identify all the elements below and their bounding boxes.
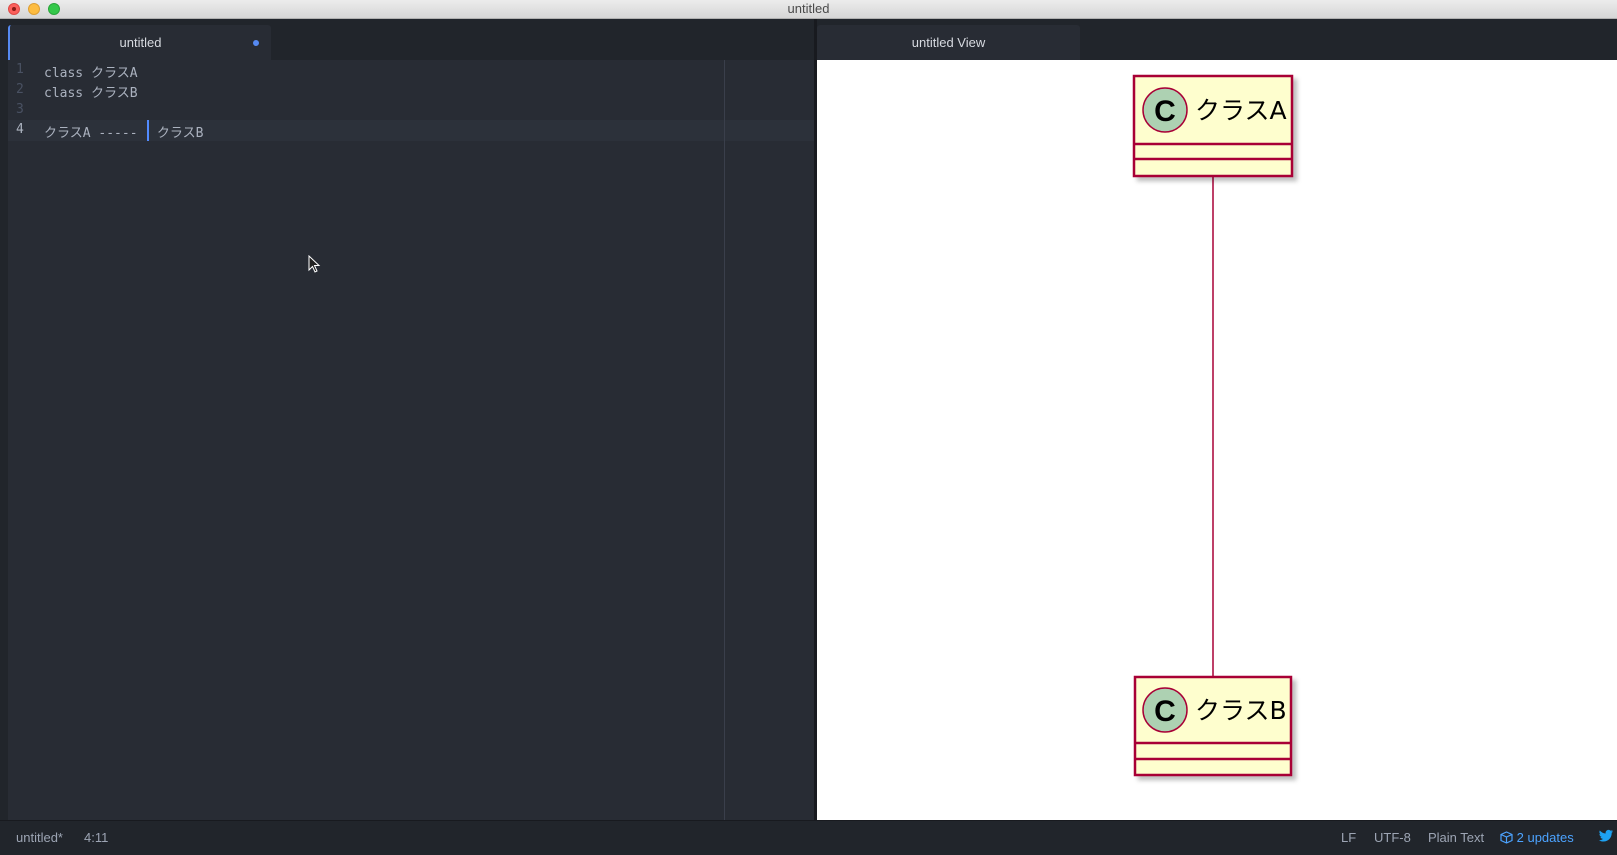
class-b-stereotype: C [1154, 695, 1176, 728]
status-cursor-position[interactable]: 4:11 [84, 830, 108, 845]
status-line-ending[interactable]: LF [1341, 830, 1356, 845]
class-b-name: クラスB [1195, 696, 1287, 725]
updates-count-label: 2 updates [1516, 830, 1574, 845]
class-box-a: C クラスA [1132, 74, 1294, 178]
class-a-stereotype: C [1154, 95, 1176, 128]
window-title-bar: untitled [0, 0, 1617, 19]
window-title: untitled [787, 1, 830, 16]
uml-diagram: C クラスA C クラスB [1132, 74, 1294, 777]
preview-pane: untitled View C クラスA C クラスB [817, 19, 1617, 820]
line-text-after-cursor[interactable]: クラスB [149, 122, 204, 141]
editor-pane: untitled 1 class クラスA 2 class クラスB 3 4 ク… [0, 19, 816, 820]
line-text[interactable]: class クラスB [44, 82, 138, 101]
tab-untitled[interactable]: untitled [8, 25, 271, 60]
editor-line[interactable]: 2 class クラスB [8, 80, 814, 101]
line-number: 1 [16, 62, 24, 77]
tab-label: untitled [119, 35, 162, 50]
modified-indicator-icon[interactable] [253, 40, 259, 46]
wrap-guide [724, 60, 725, 820]
editor-line[interactable]: 3 [8, 100, 814, 121]
line-number: 2 [16, 82, 24, 97]
uml-preview: C クラスA C クラスB [817, 60, 1617, 820]
editor-line-current[interactable]: 4 クラスA ----- クラスB [8, 120, 814, 141]
status-file-name[interactable]: untitled* [16, 830, 63, 845]
class-a-name: クラスA [1195, 96, 1287, 125]
status-encoding[interactable]: UTF-8 [1374, 830, 1411, 845]
status-bar: untitled* 4:11 LF UTF-8 Plain Text 2 upd… [0, 820, 1617, 855]
line-number: 3 [16, 102, 24, 117]
editor-tab-bar: untitled [0, 19, 816, 60]
line-text[interactable]: class クラスA [44, 62, 138, 81]
line-number: 4 [16, 122, 24, 137]
class-box-b: C クラスB [1133, 675, 1293, 777]
line-text[interactable]: クラスA ----- [44, 122, 138, 141]
package-updates-button[interactable]: 2 updates [1500, 830, 1574, 845]
tab-untitled-view[interactable]: untitled View [817, 25, 1080, 60]
package-icon [1500, 831, 1513, 844]
tab-label: untitled View [911, 35, 986, 50]
status-grammar[interactable]: Plain Text [1428, 830, 1484, 845]
code-editor[interactable]: 1 class クラスA 2 class クラスB 3 4 クラスA -----… [8, 60, 814, 820]
mouse-pointer-icon [308, 255, 321, 273]
twitter-bird-icon[interactable] [1598, 829, 1614, 843]
editor-line[interactable]: 1 class クラスA [8, 60, 814, 81]
